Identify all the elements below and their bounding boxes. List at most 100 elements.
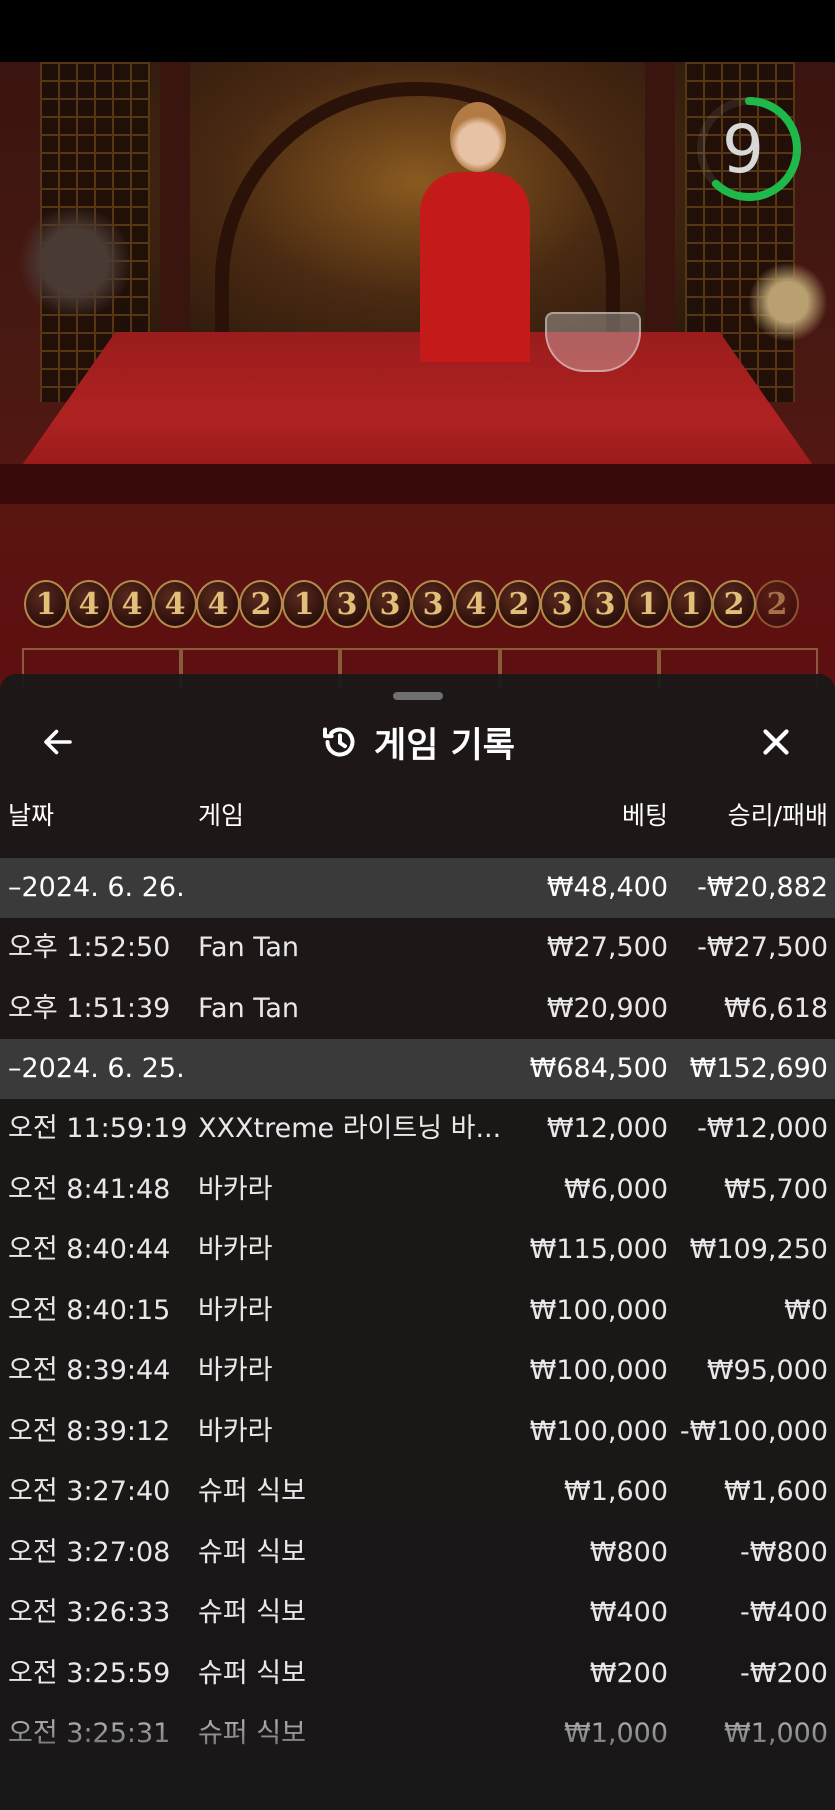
road-result-ball: 1 [669, 580, 713, 628]
row-winloss: -₩12,000 [697, 1113, 828, 1144]
history-row[interactable]: 오전 3:25:31 슈퍼 식보 ₩1,000 ₩1,000 [0, 1704, 835, 1765]
history-row[interactable]: 오전 3:25:59 슈퍼 식보 ₩200 -₩200 [0, 1644, 835, 1705]
history-list: –2024. 6. 26. ₩48,400 -₩20,882 오후 1:52:5… [0, 858, 835, 1765]
countdown-timer-value: 9 [722, 110, 764, 188]
row-bet: ₩800 [589, 1536, 668, 1568]
row-time: 오전 8:41:48 [8, 1173, 171, 1205]
road-result-ball: 4 [454, 580, 498, 628]
row-game: XXXtreme 라이트닝 바... [198, 1113, 500, 1144]
road-result-ball: 2 [239, 580, 283, 628]
date-group-header[interactable]: –2024. 6. 26. ₩48,400 -₩20,882 [0, 858, 835, 918]
back-button[interactable] [34, 718, 82, 766]
group-date: –2024. 6. 25. [8, 1053, 185, 1084]
row-game: Fan Tan [198, 932, 299, 963]
row-time: 오전 8:39:12 [8, 1415, 171, 1447]
column-header-game[interactable]: 게임 [198, 796, 500, 832]
row-bet: ₩100,000 [529, 1294, 668, 1326]
road-result-ball: 2 [712, 580, 756, 628]
road-result-ball: 3 [540, 580, 584, 628]
road-result-ball: 2 [755, 580, 799, 628]
row-winloss: ₩6,618 [724, 992, 828, 1024]
row-winloss: ₩1,600 [724, 1476, 828, 1507]
history-row[interactable]: 오전 3:27:08 슈퍼 식보 ₩800 -₩800 [0, 1523, 835, 1584]
group-winloss-total: -₩20,882 [697, 872, 828, 903]
history-row[interactable]: 오전 8:40:44 바카라 ₩115,000 ₩109,250 [0, 1220, 835, 1281]
dealer-body [420, 172, 530, 362]
history-row[interactable]: 오후 1:52:50 Fan Tan ₩27,500 -₩27,500 [0, 918, 835, 979]
row-time: 오전 3:27:08 [8, 1536, 171, 1568]
group-bet-total: ₩48,400 [546, 872, 668, 903]
road-result-ball: 4 [196, 580, 240, 628]
row-winloss: -₩400 [740, 1597, 828, 1628]
road-result-ball: 4 [153, 580, 197, 628]
row-bet: ₩6,000 [564, 1173, 668, 1205]
history-row[interactable]: 오전 3:26:33 슈퍼 식보 ₩400 -₩400 [0, 1583, 835, 1644]
sheet-title: 게임 기록 [374, 725, 515, 766]
row-winloss: ₩5,700 [724, 1173, 828, 1205]
column-header-bet[interactable]: 베팅 [500, 796, 668, 832]
road-result-ball: 1 [24, 580, 68, 628]
date-group-header[interactable]: –2024. 6. 25. ₩684,500 ₩152,690 [0, 1039, 835, 1099]
history-row[interactable]: 오전 8:39:12 바카라 ₩100,000 -₩100,000 [0, 1402, 835, 1463]
row-game: 바카라 [198, 1173, 273, 1205]
history-row[interactable]: 오후 1:51:39 Fan Tan ₩20,900 ₩6,618 [0, 979, 835, 1040]
back-arrow-icon [44, 729, 72, 755]
table-edge [0, 464, 835, 504]
row-bet: ₩12,000 [546, 1113, 668, 1144]
status-bar [0, 0, 835, 62]
row-time: 오후 1:52:50 [8, 932, 171, 963]
row-game: 바카라 [198, 1355, 273, 1386]
road-result-ball: 4 [67, 580, 111, 628]
group-bet-total: ₩684,500 [529, 1053, 668, 1084]
row-bet: ₩400 [589, 1597, 668, 1628]
row-winloss: -₩100,000 [679, 1415, 828, 1447]
row-game: 슈퍼 식보 [198, 1536, 306, 1568]
row-time: 오후 1:51:39 [8, 992, 171, 1024]
row-bet: ₩1,600 [564, 1476, 668, 1507]
row-bet: ₩100,000 [529, 1415, 668, 1447]
group-winloss-total: ₩152,690 [689, 1053, 828, 1084]
row-winloss: -₩800 [740, 1536, 828, 1568]
dealer-head [450, 102, 506, 172]
road-result-ball: 3 [583, 580, 627, 628]
road-result-ball: 4 [110, 580, 154, 628]
row-time: 오전 3:25:31 [8, 1718, 171, 1749]
row-winloss: -₩27,500 [697, 932, 828, 963]
history-row[interactable]: 오전 8:39:44 바카라 ₩100,000 ₩95,000 [0, 1341, 835, 1402]
row-winloss: ₩0 [784, 1294, 828, 1326]
dragon-statue [748, 262, 828, 342]
road-result-ball: 3 [368, 580, 412, 628]
game-history-sheet: 게임 기록 날짜 게임 베팅 승리/패배 –2024. 6. 26. ₩48,4… [0, 674, 835, 1810]
row-bet: ₩115,000 [529, 1234, 668, 1265]
road-result-ball: 3 [411, 580, 455, 628]
sheet-header: 게임 기록 [0, 718, 835, 766]
row-time: 오전 8:40:44 [8, 1234, 171, 1265]
row-game: 바카라 [198, 1294, 273, 1326]
bonsai-plant [15, 207, 135, 317]
drag-handle[interactable] [393, 692, 443, 700]
row-time: 오전 11:59:19 [8, 1113, 188, 1144]
dealer [420, 102, 530, 362]
row-bet: ₩200 [589, 1657, 668, 1689]
history-row[interactable]: 오전 8:41:48 바카라 ₩6,000 ₩5,700 [0, 1160, 835, 1221]
row-game: 슈퍼 식보 [198, 1597, 306, 1628]
results-road: 144442133342331122 [24, 580, 799, 630]
road-result-ball: 2 [497, 580, 541, 628]
row-game: 슈퍼 식보 [198, 1718, 306, 1749]
row-winloss: ₩1,000 [724, 1718, 828, 1749]
row-game: 바카라 [198, 1415, 273, 1447]
history-icon [323, 727, 355, 757]
close-button[interactable] [752, 718, 800, 766]
row-game: 슈퍼 식보 [198, 1476, 306, 1507]
history-row[interactable]: 오전 8:40:15 바카라 ₩100,000 ₩0 [0, 1281, 835, 1342]
column-header-winloss[interactable]: 승리/패배 [668, 796, 828, 832]
history-row[interactable]: 오전 3:27:40 슈퍼 식보 ₩1,600 ₩1,600 [0, 1462, 835, 1523]
row-winloss: -₩200 [740, 1657, 828, 1689]
row-bet: ₩27,500 [546, 932, 668, 963]
column-header-date[interactable]: 날짜 [8, 796, 198, 832]
row-game: 바카라 [198, 1234, 273, 1265]
road-result-ball: 1 [282, 580, 326, 628]
history-row[interactable]: 오전 11:59:19 XXXtreme 라이트닝 바... ₩12,000 -… [0, 1099, 835, 1160]
row-game: Fan Tan [198, 992, 299, 1024]
row-bet: ₩20,900 [546, 992, 668, 1024]
